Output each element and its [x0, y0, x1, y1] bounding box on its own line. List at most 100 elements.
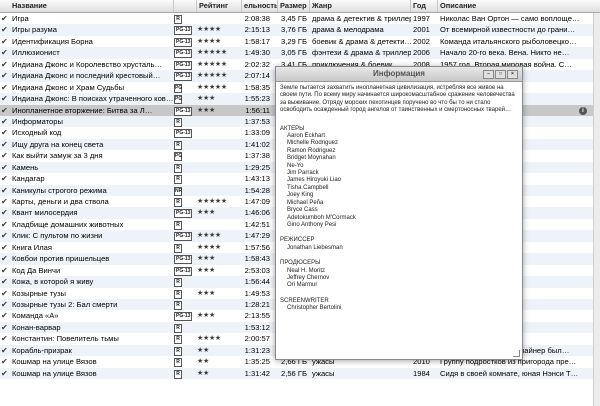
row-star-rating[interactable]: [197, 219, 242, 230]
row-checkbox[interactable]: ✔: [1, 24, 9, 35]
row-checkbox[interactable]: ✔: [1, 139, 9, 150]
row-star-rating[interactable]: ★★★: [197, 265, 242, 276]
checkmark-icon[interactable]: ✔: [1, 59, 8, 70]
checkmark-icon[interactable]: ✔: [1, 47, 8, 58]
row-checkbox[interactable]: ✔: [1, 116, 9, 127]
checkmark-icon[interactable]: ✔: [1, 36, 8, 47]
row-star-rating[interactable]: ★★★: [197, 253, 242, 264]
column-header-year[interactable]: Год: [411, 0, 438, 12]
row-star-rating[interactable]: [197, 13, 242, 24]
close-icon[interactable]: ×: [507, 70, 518, 79]
row-star-rating[interactable]: ★★★★★: [197, 59, 242, 70]
checkmark-icon[interactable]: ✔: [1, 242, 8, 253]
row-checkbox[interactable]: ✔: [1, 265, 9, 276]
row-checkbox[interactable]: ✔: [1, 242, 9, 253]
row-checkbox[interactable]: ✔: [1, 368, 9, 379]
row-star-rating[interactable]: [197, 299, 242, 310]
column-header-size[interactable]: Размер: [278, 0, 310, 12]
row-checkbox[interactable]: ✔: [1, 173, 9, 184]
checkmark-icon[interactable]: ✔: [1, 173, 8, 184]
row-star-rating[interactable]: ★★★: [197, 207, 242, 218]
row-star-rating[interactable]: ★★★★★: [197, 70, 242, 81]
checkmark-icon[interactable]: ✔: [1, 345, 8, 356]
info-popup-titlebar[interactable]: Информация – □ ×: [276, 67, 522, 82]
row-star-rating[interactable]: [197, 162, 242, 173]
table-row[interactable]: ✔ Иллюзионист PG-13 ★★★★★ 1:49:30 3,05 ГБ фэнт…: [0, 47, 600, 59]
row-star-rating[interactable]: ★★★★: [197, 333, 242, 344]
row-checkbox[interactable]: ✔: [1, 196, 9, 207]
row-checkbox[interactable]: ✔: [1, 288, 9, 299]
row-checkbox[interactable]: ✔: [1, 36, 9, 47]
row-star-rating[interactable]: ★★★★★: [197, 47, 242, 58]
row-star-rating[interactable]: ★★★: [197, 105, 242, 116]
checkmark-icon[interactable]: ✔: [1, 219, 8, 230]
row-star-rating[interactable]: [197, 116, 242, 127]
row-checkbox[interactable]: ✔: [1, 333, 9, 344]
row-checkbox[interactable]: ✔: [1, 207, 9, 218]
checkmark-icon[interactable]: ✔: [1, 139, 8, 150]
row-checkbox[interactable]: ✔: [1, 185, 9, 196]
checkmark-icon[interactable]: ✔: [1, 127, 8, 138]
checkmark-icon[interactable]: ✔: [1, 150, 8, 161]
checkmark-icon[interactable]: ✔: [1, 356, 8, 367]
column-header-badge[interactable]: [174, 0, 197, 12]
checkmark-icon[interactable]: ✔: [1, 70, 8, 81]
row-star-rating[interactable]: ★★★★: [197, 242, 242, 253]
checkmark-icon[interactable]: ✔: [1, 207, 8, 218]
row-star-rating[interactable]: [197, 150, 242, 161]
checkmark-icon[interactable]: ✔: [1, 368, 8, 379]
row-star-rating[interactable]: [197, 185, 242, 196]
vertical-scrollbar[interactable]: [593, 13, 600, 406]
table-row[interactable]: ✔ Игра R 2:08:38 3,45 ГБ драма & детектив & т…: [0, 13, 600, 24]
maximize-icon[interactable]: □: [495, 70, 506, 79]
column-header-genre[interactable]: Жанр: [310, 0, 411, 12]
row-star-rating[interactable]: [197, 322, 242, 333]
checkmark-icon[interactable]: ✔: [1, 82, 8, 93]
row-checkbox[interactable]: ✔: [1, 150, 9, 161]
resize-grip-icon[interactable]: [513, 350, 520, 357]
row-checkbox[interactable]: ✔: [1, 13, 9, 24]
row-checkbox[interactable]: ✔: [1, 127, 9, 138]
checkmark-icon[interactable]: ✔: [1, 230, 8, 241]
row-checkbox[interactable]: ✔: [1, 47, 9, 58]
checkmark-icon[interactable]: ✔: [1, 93, 8, 104]
row-star-rating[interactable]: ★★★★: [197, 24, 242, 35]
row-checkbox[interactable]: ✔: [1, 253, 9, 264]
checkmark-icon[interactable]: ✔: [1, 310, 8, 321]
row-star-rating[interactable]: [197, 127, 242, 138]
row-checkbox[interactable]: ✔: [1, 70, 9, 81]
row-star-rating[interactable]: ★★★: [197, 93, 242, 104]
checkmark-icon[interactable]: ✔: [1, 265, 8, 276]
row-star-rating[interactable]: ★★★★★: [197, 82, 242, 93]
row-star-rating[interactable]: [197, 139, 242, 150]
checkmark-icon[interactable]: ✔: [1, 299, 8, 310]
row-star-rating[interactable]: ★★: [197, 368, 242, 379]
checkmark-icon[interactable]: ✔: [1, 13, 8, 24]
checkmark-icon[interactable]: ✔: [1, 116, 8, 127]
minimize-icon[interactable]: –: [483, 70, 494, 79]
column-header-description[interactable]: Описание: [438, 0, 600, 12]
row-checkbox[interactable]: ✔: [1, 310, 9, 321]
table-row[interactable]: ✔ Кошмар на улице Вязов R ★★ 1:31:42 2,56 ГБ у…: [0, 367, 600, 379]
checkmark-icon[interactable]: ✔: [1, 253, 8, 264]
column-header-rating[interactable]: Рейтинг: [197, 0, 242, 12]
row-star-rating[interactable]: [197, 173, 242, 184]
row-checkbox[interactable]: ✔: [1, 356, 9, 367]
info-icon[interactable]: i: [579, 106, 587, 115]
table-row[interactable]: ✔ Идентификация Борна PG-13 ★★★★ 1:58:17 3,29…: [0, 36, 600, 47]
column-header-duration[interactable]: ельность: [242, 0, 278, 12]
checkmark-icon[interactable]: ✔: [1, 162, 8, 173]
row-star-rating[interactable]: ★★★: [197, 288, 242, 299]
row-checkbox[interactable]: ✔: [1, 219, 9, 230]
checkmark-icon[interactable]: ✔: [1, 288, 8, 299]
row-checkbox[interactable]: ✔: [1, 162, 9, 173]
row-checkbox[interactable]: ✔: [1, 299, 9, 310]
row-star-rating[interactable]: ★★★★★: [197, 196, 242, 207]
row-star-rating[interactable]: ★★: [197, 356, 242, 367]
row-star-rating[interactable]: ★★: [197, 345, 242, 356]
row-checkbox[interactable]: ✔: [1, 322, 9, 333]
checkmark-icon[interactable]: ✔: [1, 196, 8, 207]
row-checkbox[interactable]: ✔: [1, 93, 9, 104]
checkmark-icon[interactable]: ✔: [1, 322, 8, 333]
row-checkbox[interactable]: ✔: [1, 82, 9, 93]
